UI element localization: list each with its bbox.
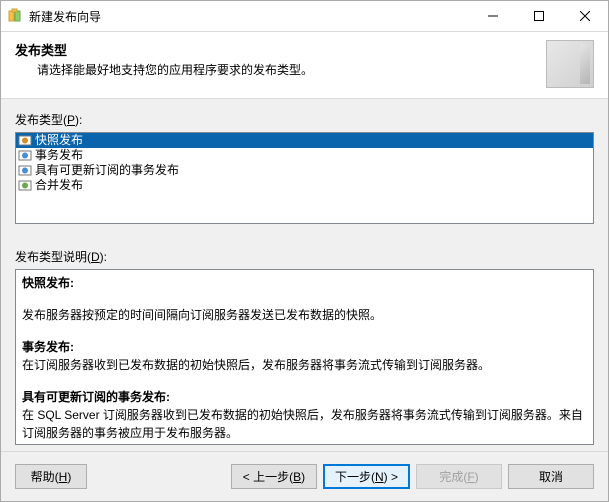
- finish-button: 完成(F): [416, 464, 502, 489]
- description-section-title: 快照发布:: [22, 274, 587, 292]
- maximize-button[interactable]: [516, 1, 562, 31]
- back-button[interactable]: < 上一步(B): [231, 464, 317, 489]
- trans-icon: [18, 149, 32, 162]
- wizard-header: 发布类型 请选择能最好地支持您的应用程序要求的发布类型。: [1, 31, 608, 99]
- list-item-label: 快照发布: [35, 133, 83, 148]
- window-title: 新建发布向导: [29, 8, 101, 25]
- list-item-label: 事务发布: [35, 148, 83, 163]
- wizard-body: 发布类型(P): 快照发布事务发布具有可更新订阅的事务发布合并发布 发布类型说明…: [1, 99, 608, 451]
- publish-type-label: 发布类型(P):: [15, 111, 594, 128]
- description-section-title: 具有可更新订阅的事务发布:: [22, 388, 587, 406]
- cancel-button[interactable]: 取消: [508, 464, 594, 489]
- description-section-title: 事务发布:: [22, 338, 587, 356]
- list-item[interactable]: 具有可更新订阅的事务发布: [16, 163, 593, 178]
- app-icon: [7, 8, 23, 24]
- page-title: 发布类型: [15, 40, 536, 59]
- description-textbox[interactable]: 快照发布: 发布服务器按预定的时间间隔向订阅服务器发送已发布数据的快照。事务发布:…: [15, 269, 594, 445]
- description-section-body: 发布服务器按预定的时间间隔向订阅服务器发送已发布数据的快照。: [22, 306, 587, 324]
- description-label: 发布类型说明(D):: [15, 248, 594, 265]
- description-section-body: 在订阅服务器收到已发布数据的初始快照后，发布服务器将事务流式传输到订阅服务器。: [22, 356, 587, 374]
- header-glyph-icon: [546, 40, 594, 88]
- page-subtitle: 请选择能最好地支持您的应用程序要求的发布类型。: [37, 61, 536, 78]
- list-item[interactable]: 快照发布: [16, 133, 593, 148]
- list-item-label: 合并发布: [35, 178, 83, 193]
- close-button[interactable]: [562, 1, 608, 31]
- merge-icon: [18, 179, 32, 192]
- publish-type-listbox[interactable]: 快照发布事务发布具有可更新订阅的事务发布合并发布: [15, 132, 594, 224]
- trans-upd-icon: [18, 164, 32, 177]
- list-item[interactable]: 合并发布: [16, 178, 593, 193]
- minimize-button[interactable]: [470, 1, 516, 31]
- next-button[interactable]: 下一步(N) >: [323, 464, 410, 489]
- wizard-footer: 帮助(H) < 上一步(B) 下一步(N) > 完成(F) 取消: [1, 451, 608, 501]
- snapshot-icon: [18, 134, 32, 147]
- description-section-body: 在 SQL Server 订阅服务器收到已发布数据的初始快照后，发布服务器将事务…: [22, 406, 587, 442]
- title-bar: 新建发布向导: [1, 1, 608, 31]
- help-button[interactable]: 帮助(H): [15, 464, 87, 489]
- list-item[interactable]: 事务发布: [16, 148, 593, 163]
- list-item-label: 具有可更新订阅的事务发布: [35, 163, 179, 178]
